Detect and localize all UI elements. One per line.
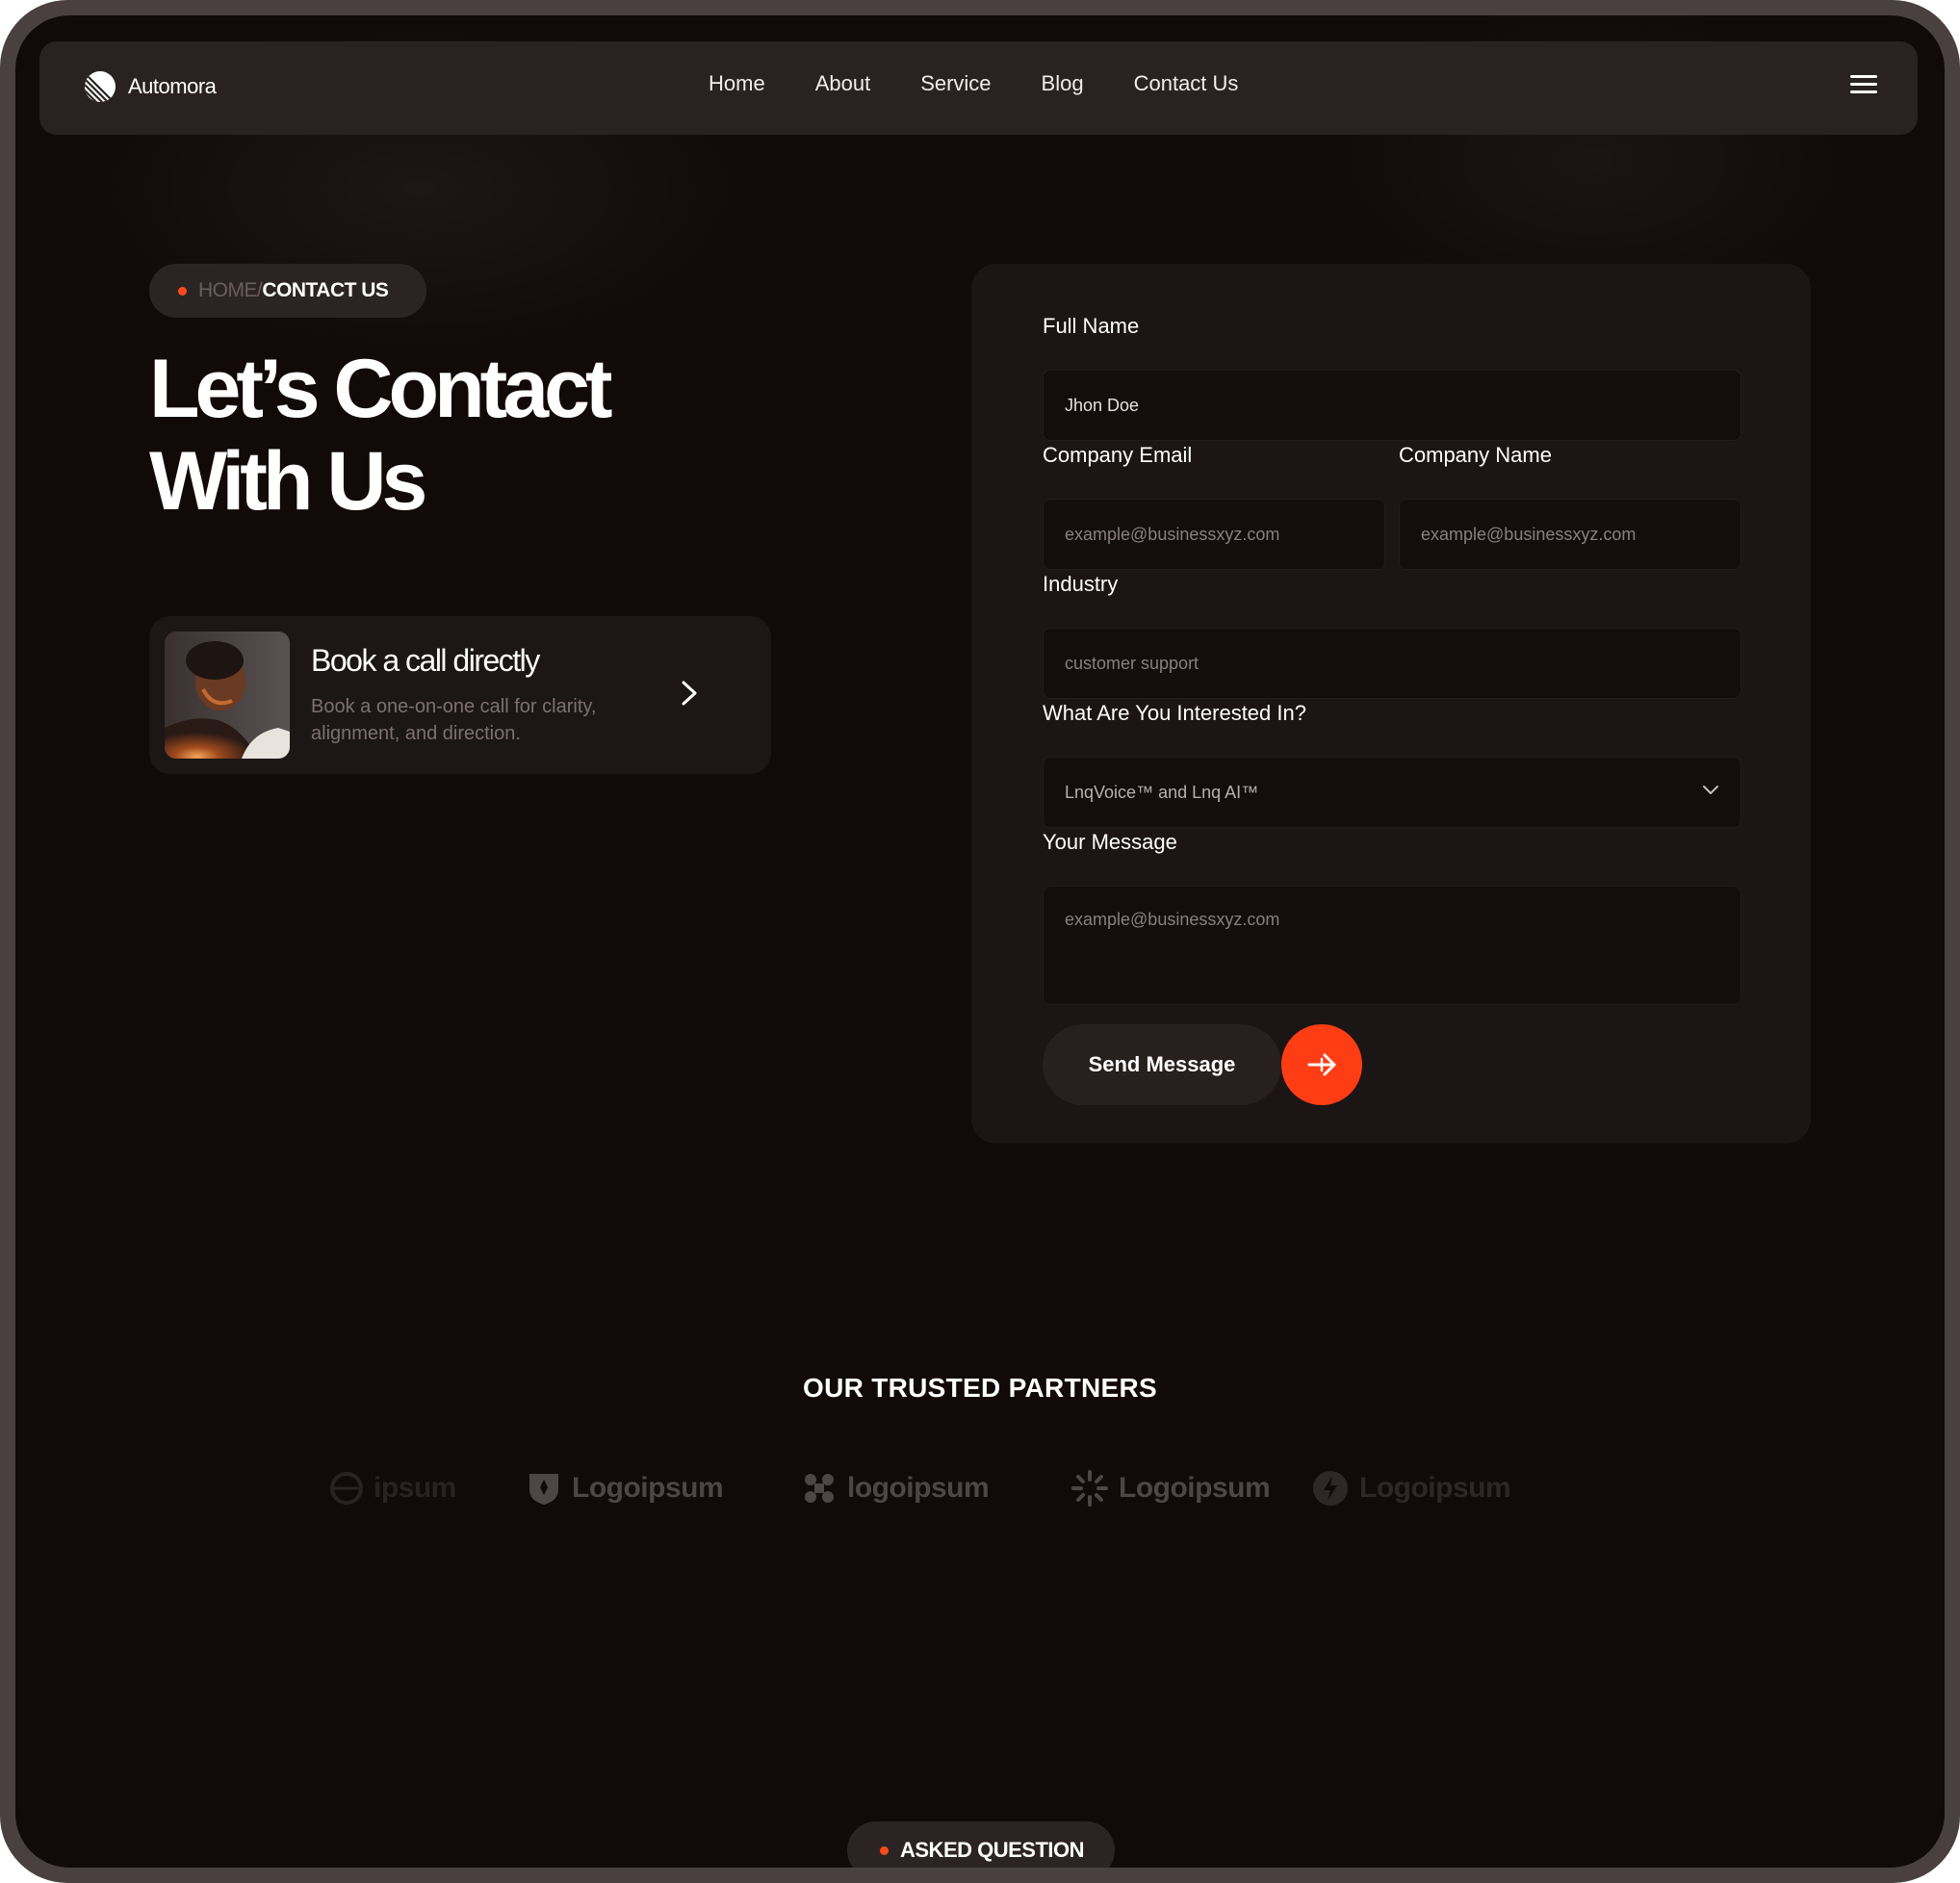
interest-select-value: LnqVoice™ and Lnq AI™ <box>1065 782 1259 802</box>
book-call-title: Book a call directly <box>311 643 540 678</box>
breadcrumb-home[interactable]: HOME/ <box>198 279 263 302</box>
book-call-card[interactable]: Book a call directly Book a one-on-one c… <box>149 616 771 774</box>
breadcrumb: HOME/ CONTACT US <box>149 264 426 318</box>
chevron-right-icon[interactable] <box>675 674 704 712</box>
grid-logo-icon <box>805 1474 834 1503</box>
book-call-description: Book a one-on-one call for clarity, alig… <box>311 696 597 744</box>
message-textarea[interactable]: example@businessxyz.com <box>1043 886 1741 1005</box>
page-title-line2: With Us <box>149 435 427 528</box>
faq-section-pill: ASKED QUESTION <box>847 1821 1115 1868</box>
chevron-down-icon <box>1703 786 1718 794</box>
company-name-label: Company Name <box>1399 443 1552 467</box>
bolt-logo-icon <box>1313 1471 1348 1506</box>
nav-links: Home About Service Blog Contact Us <box>709 71 1288 96</box>
full-name-field[interactable]: Jhon Doe <box>1043 370 1741 441</box>
nav-about[interactable]: About <box>815 71 871 96</box>
message-label: Your Message <box>1043 830 1177 854</box>
partners-title: OUR TRUSTED PARTNERS <box>803 1373 1157 1403</box>
company-email-field[interactable]: example@businessxyz.com <box>1043 499 1385 570</box>
page-title: Let’s Contact With Us <box>149 343 613 528</box>
device-frame: Automora Home About Service Blog Contact… <box>0 0 1960 1883</box>
breadcrumb-current: CONTACT US <box>262 279 389 301</box>
brand-logo[interactable]: Automora <box>84 70 217 103</box>
partner-logo-5: Logoipsum <box>1311 1459 1511 1517</box>
company-email-label: Company Email <box>1043 443 1193 467</box>
partners-logo-strip: ipsum Logoipsum logoipsum Logoipsum Logo… <box>15 1459 1945 1517</box>
globe-logo-icon <box>330 1472 363 1505</box>
shield-logo-icon <box>529 1474 558 1505</box>
page-title-line1: Let’s Contact <box>149 343 613 435</box>
faq-label: ASKED QUESTION <box>900 1838 1085 1862</box>
industry-label: Industry <box>1043 572 1119 596</box>
accent-dot <box>880 1845 889 1855</box>
person-photo <box>165 632 290 759</box>
company-name-field[interactable]: example@businessxyz.com <box>1399 499 1741 570</box>
hamburger-icon[interactable] <box>1850 75 1877 98</box>
interest-label: What Are You Interested In? <box>1043 701 1306 725</box>
page: Automora Home About Service Blog Contact… <box>15 15 1945 1868</box>
sunburst-logo-icon <box>1071 1470 1108 1507</box>
contact-form: Full Name Jhon Doe Company Email example… <box>971 264 1811 1144</box>
nav-contact-us[interactable]: Contact Us <box>1134 71 1239 96</box>
industry-field[interactable]: customer support <box>1043 628 1741 699</box>
accent-dot <box>178 286 187 296</box>
navbar: Automora Home About Service Blog Contact… <box>39 41 1918 135</box>
nav-home[interactable]: Home <box>709 71 765 96</box>
partner-logo-3: logoipsum <box>801 1459 990 1517</box>
logo-icon <box>85 71 116 102</box>
nav-service[interactable]: Service <box>920 71 991 96</box>
brand-name: Automora <box>128 74 217 98</box>
partner-logo-1: ipsum <box>329 1459 456 1517</box>
send-arrow-button[interactable] <box>1281 1024 1362 1105</box>
nav-blog[interactable]: Blog <box>1042 71 1084 96</box>
interest-select[interactable]: LnqVoice™ and Lnq AI™ <box>1043 757 1741 828</box>
arrow-right-icon <box>1307 1053 1336 1076</box>
partner-logo-2: Logoipsum <box>526 1459 724 1517</box>
send-message-button[interactable]: Send Message <box>1043 1024 1281 1105</box>
partner-logo-4: Logoipsum <box>1070 1459 1271 1517</box>
full-name-label: Full Name <box>1043 314 1140 338</box>
